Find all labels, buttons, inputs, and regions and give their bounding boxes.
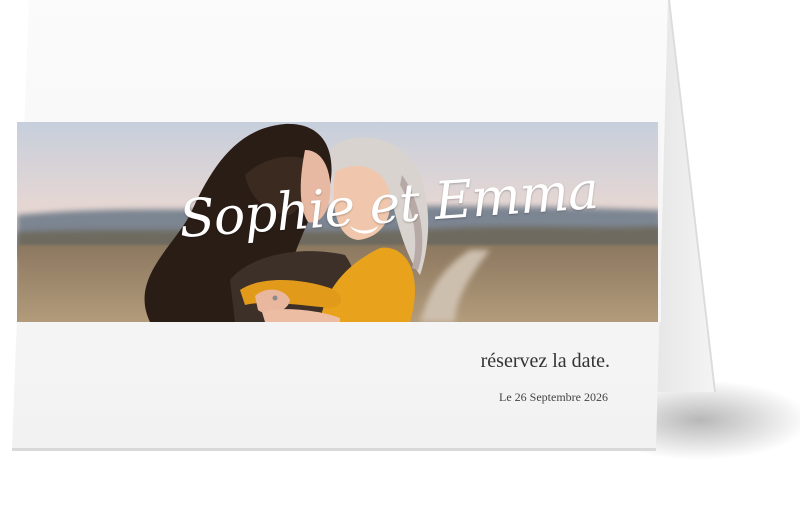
save-the-date-tagline: réservez la date. (480, 350, 610, 372)
greeting-card-scene: Sophie et Emma réservez la date. Le 26 S… (0, 0, 800, 508)
event-date: Le 26 Septembre 2026 (499, 390, 608, 404)
